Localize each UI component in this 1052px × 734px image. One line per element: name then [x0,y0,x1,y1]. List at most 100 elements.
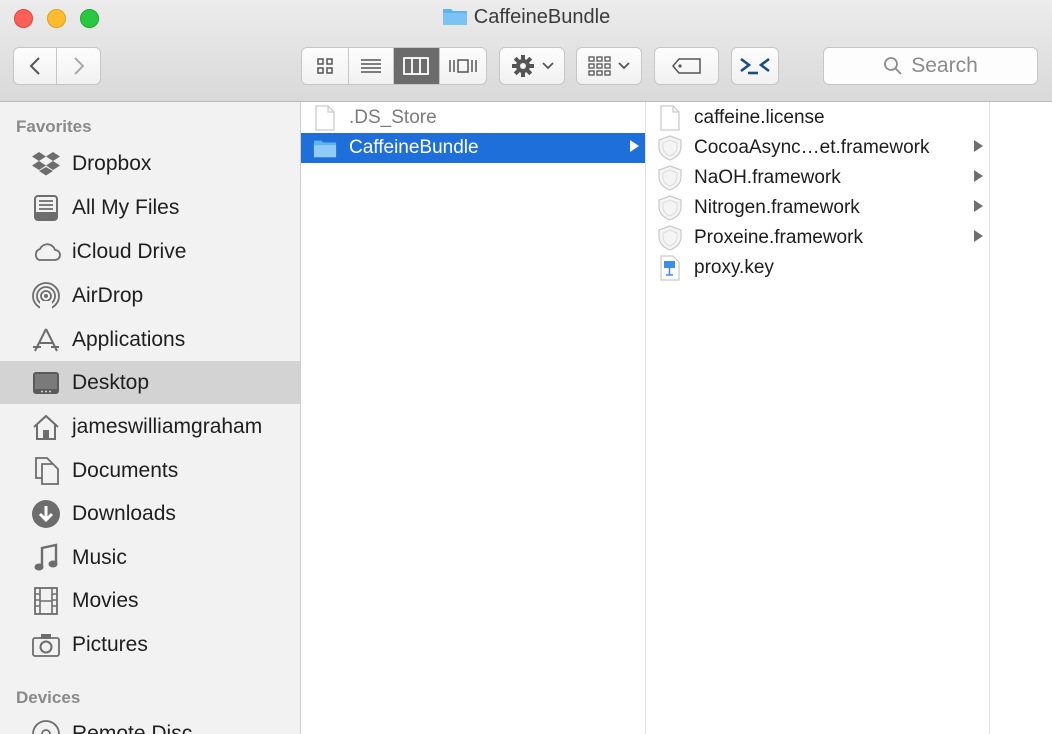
back-forward-control [13,47,101,85]
file-name: .DS_Store [349,107,437,128]
tag-icon [671,58,701,74]
chevron-down-icon [618,62,630,70]
sidebar-item-label: AirDrop [72,283,144,307]
sidebar-item-label: Movies [72,588,139,612]
sidebar-item-label: Documents [72,458,179,482]
sidebar-item-movies[interactable]: Movies [0,579,300,622]
all-my-files-icon [30,192,62,224]
browser-column-3[interactable] [990,102,1052,734]
sidebar-item-airdrop[interactable]: AirDrop [0,274,300,317]
list-item-selected[interactable]: CaffeineBundle [301,133,645,163]
devices-heading: Devices [16,688,81,707]
finder-window: CaffeineBundle Search Favorites Dropbox … [0,0,1052,734]
pictures-icon [30,629,62,661]
movies-icon [30,585,62,617]
chevron-down-icon [542,62,554,70]
back-button[interactable] [14,48,58,84]
documents-icon [30,455,62,487]
disclosure-arrow-icon [974,170,983,182]
cover-flow-view-button[interactable] [440,48,486,84]
tags-button[interactable] [654,47,719,85]
disclosure-arrow-icon [974,230,983,242]
sidebar-item-label: Applications [72,327,186,351]
sidebar-item-downloads[interactable]: Downloads [0,492,300,535]
list-item[interactable]: .DS_Store [301,103,645,133]
framework-icon [658,225,682,251]
action-menu-button[interactable] [499,47,565,85]
home-icon [30,411,62,443]
sidebar-item-dropbox[interactable]: Dropbox [0,142,300,185]
list-item[interactable]: caffeine.license [646,103,989,133]
sidebar: Favorites Dropbox All My Files iCloud Dr… [0,102,301,734]
folder-icon [313,135,337,161]
sidebar-item-all-my-files[interactable]: All My Files [0,186,300,229]
sidebar-item-label: Dropbox [72,151,152,175]
cover-flow-view-icon [449,59,477,73]
folder-name: CaffeineBundle [349,137,479,158]
sidebar-item-label: Music [72,545,127,569]
terminal-icon [740,57,770,75]
music-icon [30,542,62,574]
sidebar-item-documents[interactable]: Documents [0,449,300,492]
column-view-button[interactable] [394,48,440,84]
disclosure-arrow-icon [974,140,983,152]
forward-button[interactable] [57,48,100,84]
folder-icon [442,6,468,32]
file-name: proxy.key [694,257,774,278]
framework-icon [658,195,682,221]
browser-column-2[interactable]: caffeine.license CocoaAsync…et.framework… [646,102,990,734]
desktop-icon [30,367,62,399]
sidebar-item-icloud-drive[interactable]: iCloud Drive [0,230,300,273]
sidebar-item-home[interactable]: jameswilliamgraham [0,405,300,448]
open-terminal-button[interactable] [731,47,779,85]
sidebar-item-label: Downloads [72,501,176,525]
file-name: NaOH.framework [694,167,841,188]
sidebar-item-label: iCloud Drive [72,239,187,263]
sidebar-item-remote-disc[interactable]: Remote Disc [0,712,300,734]
chevron-right-icon [73,57,84,75]
arrange-menu-button[interactable] [576,47,642,85]
list-item[interactable]: Nitrogen.framework [646,193,989,223]
airdrop-icon [30,280,62,312]
list-item[interactable]: CocoaAsync…et.framework [646,133,989,163]
chevron-left-icon [29,57,40,75]
view-mode-control [301,47,487,85]
framework-icon [658,165,682,191]
disclosure-arrow-icon [974,200,983,212]
favorites-heading: Favorites [16,117,92,136]
applications-icon [30,324,62,356]
sidebar-item-desktop[interactable]: Desktop [0,361,300,404]
document-icon [658,105,682,131]
file-name: Proxeine.framework [694,227,863,248]
file-name: caffeine.license [694,107,825,128]
list-item[interactable]: NaOH.framework [646,163,989,193]
sidebar-item-label: Pictures [72,632,148,656]
sidebar-item-applications[interactable]: Applications [0,318,300,361]
window-title: CaffeineBundle [0,6,1052,32]
framework-icon [658,135,682,161]
sidebar-item-label: Desktop [72,370,150,394]
downloads-icon [30,498,62,530]
toolbar: CaffeineBundle Search [0,0,1052,102]
disclosure-arrow-icon [630,140,639,152]
icon-view-button[interactable] [302,48,349,84]
sidebar-item-label: jameswilliamgraham [72,414,263,438]
search-placeholder: Search [911,54,978,77]
disc-icon [30,718,62,734]
cloud-icon [30,236,62,268]
sidebar-item-music[interactable]: Music [0,536,300,579]
list-item[interactable]: proxy.key [646,253,989,283]
file-name: Nitrogen.framework [694,197,860,218]
column-view-icon [403,57,430,75]
sidebar-item-pictures[interactable]: Pictures [0,623,300,666]
icon-view-icon [317,58,333,74]
sidebar-item-label: Remote Disc [72,721,193,734]
sidebar-item-label: All My Files [72,195,180,219]
document-icon [313,105,337,131]
search-field[interactable]: Search [823,47,1038,85]
list-item[interactable]: Proxeine.framework [646,223,989,253]
list-view-button[interactable] [349,48,395,84]
file-name: CocoaAsync…et.framework [694,137,930,158]
browser-column-1[interactable]: .DS_Store CaffeineBundle [301,102,646,734]
keynote-icon [658,255,682,281]
